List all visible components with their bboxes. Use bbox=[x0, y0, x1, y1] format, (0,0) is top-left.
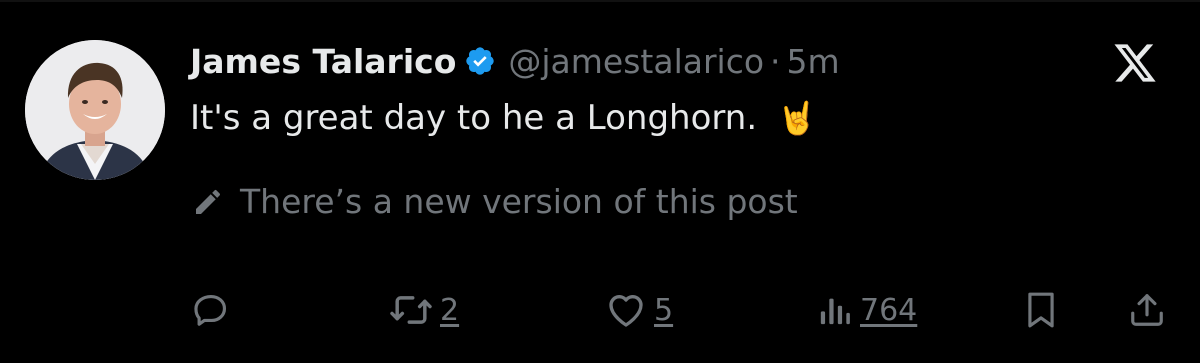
timestamp[interactable]: 5m bbox=[787, 42, 840, 81]
reply-button[interactable] bbox=[192, 280, 230, 340]
tweet-header: James Talarico @jamestalarico · 5m bbox=[190, 36, 840, 86]
repost-count[interactable]: 2 bbox=[440, 293, 459, 328]
avatar[interactable] bbox=[25, 40, 165, 180]
heart-icon bbox=[606, 291, 646, 329]
views-count[interactable]: 764 bbox=[860, 293, 917, 328]
edit-notice-text[interactable]: There’s a new version of this post bbox=[240, 182, 798, 221]
bookmark-button[interactable] bbox=[1024, 280, 1058, 340]
tweet-body: It's a great day to he a Longhorn. 🤘 bbox=[190, 98, 817, 138]
like-button[interactable]: 5 bbox=[606, 280, 673, 340]
top-divider bbox=[0, 0, 1200, 2]
like-count[interactable]: 5 bbox=[654, 293, 673, 328]
x-logo-icon[interactable] bbox=[1112, 42, 1158, 84]
author-handle[interactable]: @jamestalarico bbox=[508, 42, 764, 81]
tweet-text: It's a great day to he a Longhorn. bbox=[190, 98, 758, 138]
action-bar: 2 5 764 bbox=[0, 280, 1200, 340]
views-icon bbox=[818, 293, 852, 327]
author-name[interactable]: James Talarico bbox=[190, 42, 456, 81]
verified-badge-icon[interactable] bbox=[464, 45, 496, 77]
share-button[interactable] bbox=[1128, 280, 1166, 340]
separator-dot: · bbox=[770, 41, 781, 81]
edit-notice[interactable]: There’s a new version of this post bbox=[192, 182, 798, 221]
repost-button[interactable]: 2 bbox=[390, 280, 459, 340]
bookmark-icon bbox=[1024, 291, 1058, 329]
share-icon bbox=[1128, 291, 1166, 329]
avatar-photo bbox=[25, 40, 165, 180]
reply-icon bbox=[192, 291, 230, 329]
repost-icon bbox=[390, 291, 432, 329]
pencil-icon bbox=[192, 186, 224, 218]
views-button[interactable]: 764 bbox=[818, 280, 917, 340]
rock-on-emoji-icon: 🤘 bbox=[777, 99, 817, 137]
